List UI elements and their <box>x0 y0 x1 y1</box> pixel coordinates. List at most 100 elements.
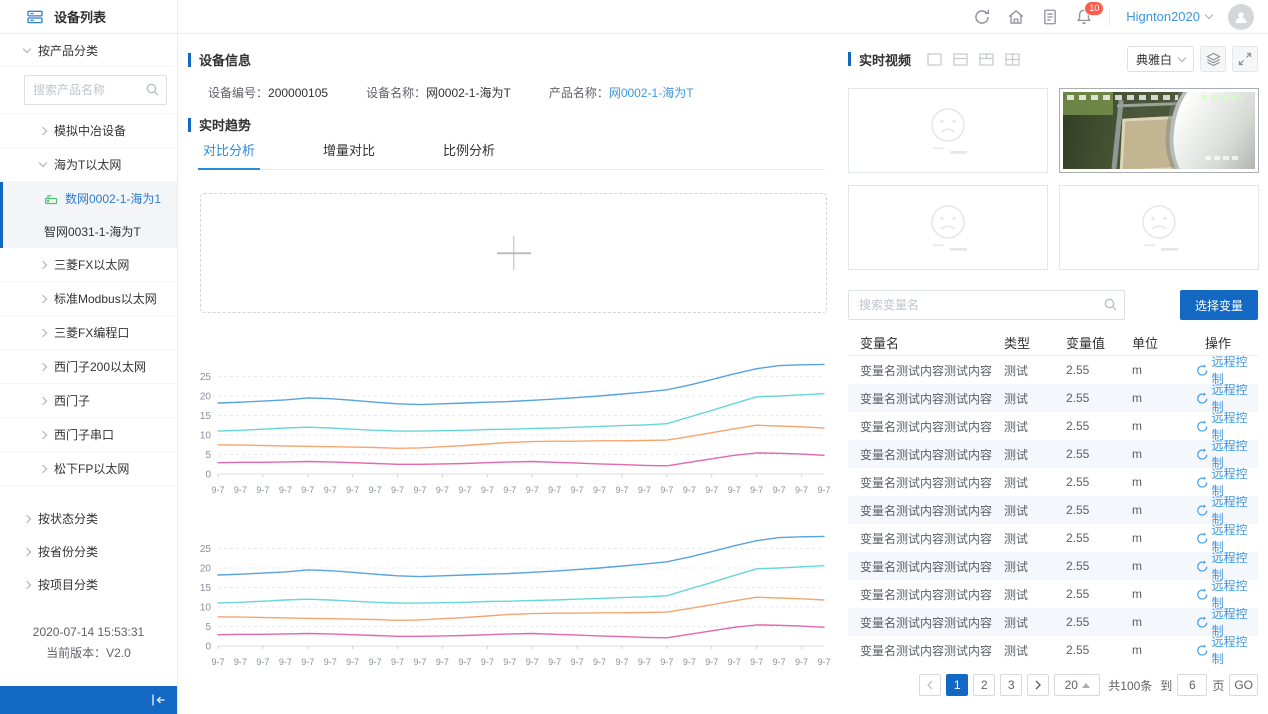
sidebar-section-by-product[interactable]: 按产品分类 <box>0 34 177 67</box>
sidebar-section-按项目分类[interactable]: 按项目分类 <box>0 568 177 601</box>
trend-section: 实时趋势 <box>188 115 251 134</box>
svg-text:9-7: 9-7 <box>795 485 808 495</box>
cell-variable-name: 变量名测试内容测试内容 <box>848 390 1004 407</box>
svg-text:9-7: 9-7 <box>211 485 224 495</box>
svg-text:9-7: 9-7 <box>728 485 741 495</box>
device-item-数网0002-1-海为1[interactable]: 数网0002-1-海为1 <box>0 182 177 215</box>
device-item-智网0031-1-海为T[interactable]: 智网0031-1-海为T <box>0 215 177 248</box>
video-slot-1[interactable] <box>848 88 1048 173</box>
cell-value: 2.55 <box>1066 643 1132 657</box>
cell-variable-name: 变量名测试内容测试内容 <box>848 446 1004 463</box>
svg-text:9-7: 9-7 <box>548 657 561 667</box>
cell-value: 2.55 <box>1066 503 1132 517</box>
svg-text:9-7: 9-7 <box>660 657 673 667</box>
svg-text:9-7: 9-7 <box>638 485 651 495</box>
product-search-wrap <box>0 67 177 114</box>
sidebar-section-按状态分类[interactable]: 按状态分类 <box>0 502 177 535</box>
video-slot-3[interactable] <box>848 185 1048 270</box>
remote-control-icon <box>1196 476 1209 489</box>
svg-text:9-7: 9-7 <box>458 485 471 495</box>
page-number-3[interactable]: 3 <box>1000 674 1022 696</box>
sidebar-bottom-sections: 按状态分类按省份分类按项目分类 <box>0 502 177 601</box>
sidebar-collapse-bar[interactable] <box>0 686 177 714</box>
variable-search-input[interactable] <box>848 290 1125 320</box>
svg-text:9-7: 9-7 <box>391 485 404 495</box>
sidebar-item-海为T以太网[interactable]: 海为T以太网 <box>0 148 177 182</box>
tab-increment-compare[interactable]: 增量对比 <box>318 140 380 169</box>
video-grid <box>848 88 1259 270</box>
layout-two-icon[interactable] <box>953 53 968 66</box>
sidebar-item-label: 标准Modbus以太网 <box>54 290 157 307</box>
cell-type: 测试 <box>1004 586 1066 603</box>
no-video-placeholder-icon <box>911 199 985 257</box>
sidebar-item-西门子[interactable]: 西门子 <box>0 384 177 418</box>
cell-variable-name: 变量名测试内容测试内容 <box>848 362 1004 379</box>
product-name-link[interactable]: 网0002-1-海为T <box>609 86 694 100</box>
layout-four-icon[interactable] <box>1005 53 1020 66</box>
sidebar-item-西门子串口[interactable]: 西门子串口 <box>0 418 177 452</box>
layers-icon[interactable] <box>1200 46 1226 72</box>
topbar: 10 Hignton2020 <box>178 0 1268 34</box>
camera-feed <box>1063 92 1255 169</box>
remote-control-link[interactable]: 远程控制 <box>1196 633 1258 667</box>
add-variable-dropzone[interactable] <box>200 193 827 313</box>
cell-variable-name: 变量名测试内容测试内容 <box>848 642 1004 659</box>
page-next-button[interactable] <box>1027 674 1049 696</box>
home-icon[interactable] <box>1007 8 1025 26</box>
page-prev-button[interactable] <box>919 674 941 696</box>
theme-select[interactable]: 典雅白 <box>1127 46 1194 72</box>
fullscreen-icon[interactable] <box>1232 46 1258 72</box>
svg-text:9-7: 9-7 <box>817 657 830 667</box>
page-go-button[interactable]: GO <box>1229 674 1258 696</box>
layout-three-icon[interactable] <box>979 53 994 66</box>
video-slot-2[interactable] <box>1059 88 1259 173</box>
cell-unit: m <box>1132 587 1196 601</box>
cell-value: 2.55 <box>1066 391 1132 405</box>
avatar[interactable] <box>1228 4 1254 30</box>
sidebar-item-标准Modbus以太网[interactable]: 标准Modbus以太网 <box>0 282 177 316</box>
refresh-icon[interactable] <box>973 8 991 26</box>
svg-text:9-7: 9-7 <box>615 657 628 667</box>
cell-variable-name: 变量名测试内容测试内容 <box>848 586 1004 603</box>
device-list-icon <box>26 9 44 25</box>
layout-single-icon[interactable] <box>927 53 942 66</box>
chevron-right-icon <box>39 260 47 268</box>
build-timestamp: 2020-07-14 15:53:31 <box>0 622 177 643</box>
tab-compare-analysis[interactable]: 对比分析 <box>198 140 260 170</box>
tab-ratio-analysis[interactable]: 比例分析 <box>438 140 500 169</box>
page-number-2[interactable]: 2 <box>973 674 995 696</box>
cell-type: 测试 <box>1004 502 1066 519</box>
video-slot-4[interactable] <box>1059 185 1259 270</box>
sidebar-item-松下FP以太网[interactable]: 松下FP以太网 <box>0 452 177 486</box>
select-variable-button[interactable]: 选择变量 <box>1180 290 1258 320</box>
cell-value: 2.55 <box>1066 475 1132 489</box>
chevron-down-icon <box>39 159 47 167</box>
page-size-select[interactable]: 20 <box>1054 674 1100 696</box>
collapse-left-icon[interactable] <box>150 693 167 707</box>
cell-unit: m <box>1132 391 1196 405</box>
trend-chart-1: 05101520259-79-79-79-79-79-79-79-79-79-7… <box>190 350 834 500</box>
device-item-label: 智网0031-1-海为T <box>44 223 141 240</box>
cell-type: 测试 <box>1004 614 1066 631</box>
svg-text:9-7: 9-7 <box>571 657 584 667</box>
sidebar-meta: 2020-07-14 15:53:31 当前版本：V2.0 <box>0 622 177 664</box>
sidebar-section-按省份分类[interactable]: 按省份分类 <box>0 535 177 568</box>
page-jump-input[interactable] <box>1177 674 1207 696</box>
bell-icon[interactable]: 10 <box>1075 8 1093 26</box>
svg-text:20: 20 <box>200 564 212 575</box>
cell-type: 测试 <box>1004 642 1066 659</box>
document-icon[interactable] <box>1041 8 1059 26</box>
cell-unit: m <box>1132 419 1196 433</box>
cell-variable-name: 变量名测试内容测试内容 <box>848 418 1004 435</box>
sidebar-item-三菱FX以太网[interactable]: 三菱FX以太网 <box>0 248 177 282</box>
cell-variable-name: 变量名测试内容测试内容 <box>848 474 1004 491</box>
right-panel: 实时视频 典雅白 <box>848 34 1258 714</box>
page-number-1[interactable]: 1 <box>946 674 968 696</box>
sidebar-item-三菱FX编程口[interactable]: 三菱FX编程口 <box>0 316 177 350</box>
user-menu[interactable]: Hignton2020 <box>1126 9 1212 24</box>
sidebar-item-模拟中冶设备[interactable]: 模拟中冶设备 <box>0 114 177 148</box>
chevron-right-icon <box>23 580 31 588</box>
table-row: 变量名测试内容测试内容测试2.55m远程控制 <box>848 580 1258 608</box>
sidebar-item-西门子200以太网[interactable]: 西门子200以太网 <box>0 350 177 384</box>
col-value: 变量值 <box>1066 333 1132 352</box>
